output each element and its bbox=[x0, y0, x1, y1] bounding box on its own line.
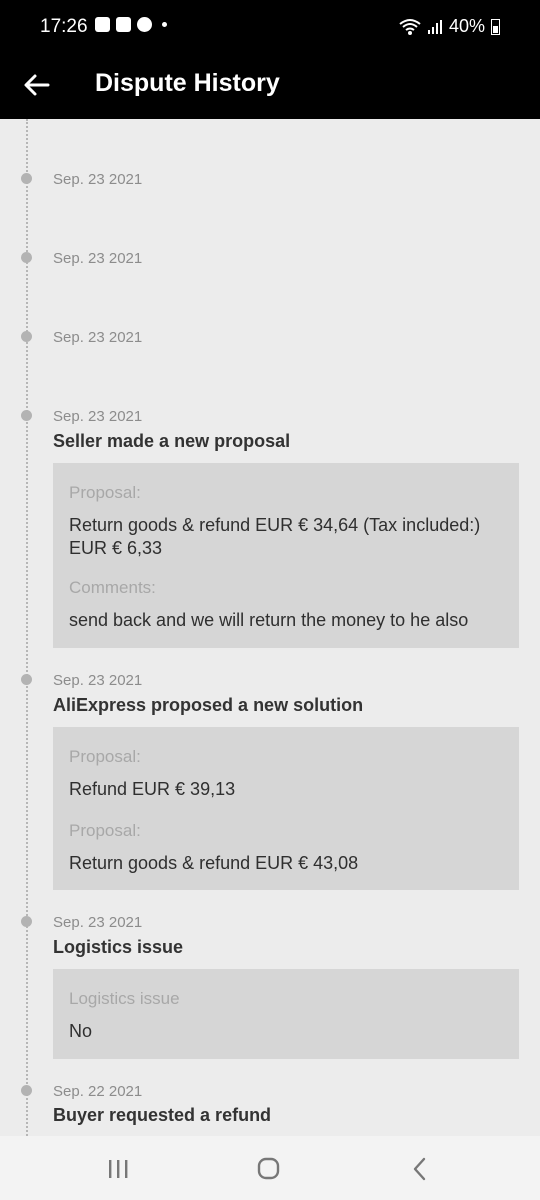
face-icon bbox=[137, 17, 152, 32]
status-right: 40% bbox=[399, 16, 500, 37]
app-bar: Dispute History bbox=[0, 56, 540, 119]
battery-percent: 40% bbox=[448, 16, 485, 36]
timeline-dot bbox=[21, 410, 32, 421]
field-label: Proposal: bbox=[69, 747, 141, 766]
logistics-card: Logistics issue No bbox=[53, 969, 519, 1059]
signal-icon bbox=[427, 19, 442, 34]
entry-title: Seller made a new proposal bbox=[53, 431, 291, 451]
entry-date: Sep. 23 2021 bbox=[53, 250, 143, 267]
entry-title: AliExpress proposed a new solution bbox=[53, 695, 364, 715]
status-bar: 17:26 40% bbox=[0, 0, 540, 56]
field-value: Return goods & refund EUR € 43,08 bbox=[69, 853, 359, 873]
gallery-icon bbox=[95, 17, 110, 32]
back-icon[interactable] bbox=[404, 1154, 436, 1184]
system-nav-bar bbox=[0, 1136, 540, 1200]
back-arrow-icon[interactable] bbox=[22, 70, 52, 100]
timeline-dot bbox=[21, 674, 32, 685]
page-title: Dispute History bbox=[95, 69, 280, 97]
more-notifications-icon bbox=[162, 22, 167, 27]
field-label: Logistics issue bbox=[69, 989, 180, 1008]
battery-icon bbox=[491, 18, 500, 35]
entry-date: Sep. 23 2021 bbox=[53, 329, 143, 346]
timeline-dot bbox=[21, 916, 32, 927]
notification-icons bbox=[95, 17, 167, 32]
entry-title: Logistics issue bbox=[53, 937, 184, 957]
home-icon[interactable] bbox=[252, 1154, 284, 1184]
field-value: send back and we will return the money t… bbox=[69, 610, 469, 630]
field-value: Return goods & refund EUR € 34,64 (Tax i… bbox=[69, 515, 481, 558]
field-value: No bbox=[69, 1021, 93, 1041]
field-label: Proposal: bbox=[69, 483, 141, 502]
entry-date: Sep. 22 2021 bbox=[53, 1083, 143, 1100]
entry-title: Buyer requested a refund bbox=[53, 1105, 272, 1125]
wifi-icon bbox=[399, 18, 421, 35]
timeline-dot bbox=[21, 252, 32, 263]
field-value: Refund EUR € 39,13 bbox=[69, 779, 236, 799]
entry-date: Sep. 23 2021 bbox=[53, 672, 143, 689]
status-time: 17:26 bbox=[40, 16, 88, 37]
field-label: Comments: bbox=[69, 578, 156, 597]
timeline-dot bbox=[21, 173, 32, 184]
entry-date: Sep. 23 2021 bbox=[53, 408, 143, 425]
field-label: Proposal: bbox=[69, 821, 141, 840]
proposal-card: Proposal: Refund EUR € 39,13 Proposal: R… bbox=[53, 727, 519, 890]
dispute-history-list[interactable]: Sep. 23 2021 Sep. 23 2021 Sep. 23 2021 S… bbox=[0, 119, 540, 1136]
entry-date: Sep. 23 2021 bbox=[53, 914, 143, 931]
timeline-dot bbox=[21, 331, 32, 342]
entry-date: Sep. 23 2021 bbox=[53, 171, 143, 188]
recents-icon[interactable] bbox=[102, 1154, 134, 1184]
app-notification-icon bbox=[116, 17, 131, 32]
proposal-card: Proposal: Return goods & refund EUR € 34… bbox=[53, 463, 519, 648]
timeline-line bbox=[26, 119, 28, 1136]
timeline-dot bbox=[21, 1085, 32, 1096]
